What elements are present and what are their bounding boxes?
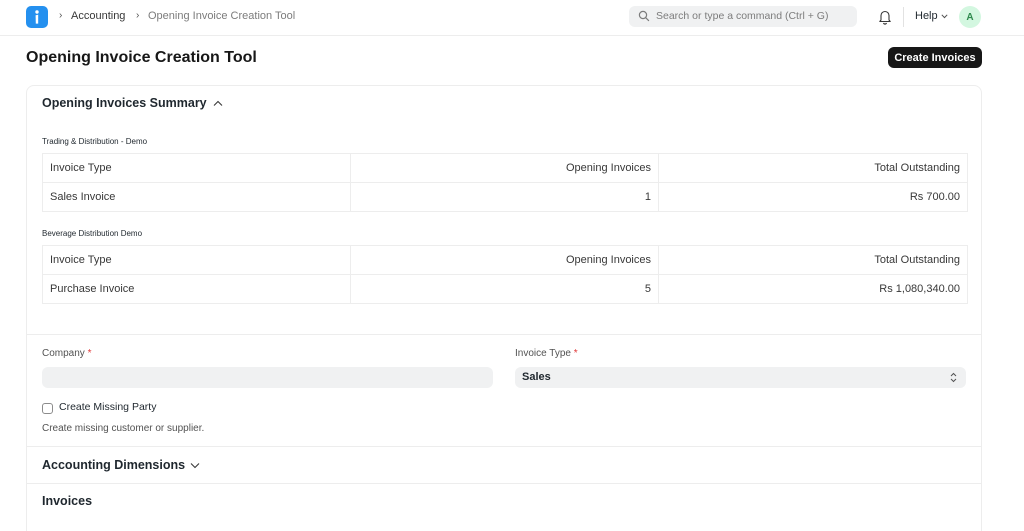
create-invoices-button[interactable]: Create Invoices [888, 47, 982, 68]
app-logo-icon[interactable] [26, 6, 48, 28]
section-divider [27, 483, 981, 484]
summary-table-trading: Invoice Type Opening Invoices Total Outs… [42, 153, 968, 212]
table-cell: Purchase Invoice [42, 274, 351, 304]
search-icon [638, 10, 650, 22]
table-header-row: Invoice Type Opening Invoices Total Outs… [42, 245, 968, 275]
column-header: Opening Invoices [350, 153, 659, 183]
select-updown-icon [950, 372, 957, 383]
column-header: Invoice Type [42, 153, 351, 183]
column-header: Invoice Type [42, 245, 351, 275]
column-header: Total Outstanding [658, 153, 968, 183]
search-input[interactable]: Search or type a command (Ctrl + G) [629, 6, 857, 27]
company-summary-label: Beverage Distribution Demo [42, 229, 143, 238]
create-missing-party-checkbox[interactable] [42, 403, 53, 414]
notification-bell-icon[interactable] [878, 9, 892, 25]
user-avatar[interactable]: A [959, 6, 981, 28]
table-cell: Sales Invoice [42, 182, 351, 212]
chevron-down-icon[interactable] [190, 462, 200, 469]
invoice-type-field-label: Invoice Type * [515, 348, 578, 359]
breadcrumb-accounting[interactable]: Accounting [71, 10, 125, 22]
page-title: Opening Invoice Creation Tool [26, 49, 257, 66]
navbar: › Accounting › Opening Invoice Creation … [0, 0, 1024, 36]
company-field-label: Company * [42, 348, 92, 359]
create-missing-party-label[interactable]: Create Missing Party [59, 401, 156, 413]
table-header-row: Invoice Type Opening Invoices Total Outs… [42, 153, 968, 183]
breadcrumb-current[interactable]: Opening Invoice Creation Tool [148, 10, 295, 22]
breadcrumb-chevron-icon: › [136, 10, 140, 21]
column-header: Total Outstanding [658, 245, 968, 275]
table-row: Sales Invoice 1 Rs 700.00 [42, 182, 968, 212]
table-cell: 1 [350, 182, 659, 212]
help-dropdown[interactable]: Help [915, 10, 938, 22]
table-cell: Rs 1,080,340.00 [658, 274, 968, 304]
navbar-divider [903, 7, 904, 27]
summary-table-beverage: Invoice Type Opening Invoices Total Outs… [42, 245, 968, 304]
chevron-down-icon[interactable] [941, 14, 948, 19]
chevron-up-icon[interactable] [213, 100, 223, 107]
create-missing-party-help: Create missing customer or supplier. [42, 423, 205, 434]
invoice-type-value: Sales [522, 371, 551, 383]
summary-section-heading[interactable]: Opening Invoices Summary [42, 96, 207, 110]
table-row: Purchase Invoice 5 Rs 1,080,340.00 [42, 274, 968, 304]
table-cell: 5 [350, 274, 659, 304]
section-divider [27, 446, 981, 447]
table-cell: Rs 700.00 [658, 182, 968, 212]
company-summary-label: Trading & Distribution - Demo [42, 137, 148, 146]
invoices-section-heading: Invoices [42, 494, 93, 508]
column-header: Opening Invoices [350, 245, 659, 275]
search-placeholder: Search or type a command (Ctrl + G) [656, 10, 829, 22]
accounting-dimensions-heading[interactable]: Accounting Dimensions [42, 458, 185, 472]
company-field[interactable] [42, 367, 493, 388]
form-card: Opening Invoices Summary Trading & Distr… [26, 85, 982, 531]
invoice-type-select[interactable]: Sales [515, 367, 966, 388]
breadcrumb-chevron-icon: › [59, 10, 63, 21]
section-divider [27, 334, 981, 335]
